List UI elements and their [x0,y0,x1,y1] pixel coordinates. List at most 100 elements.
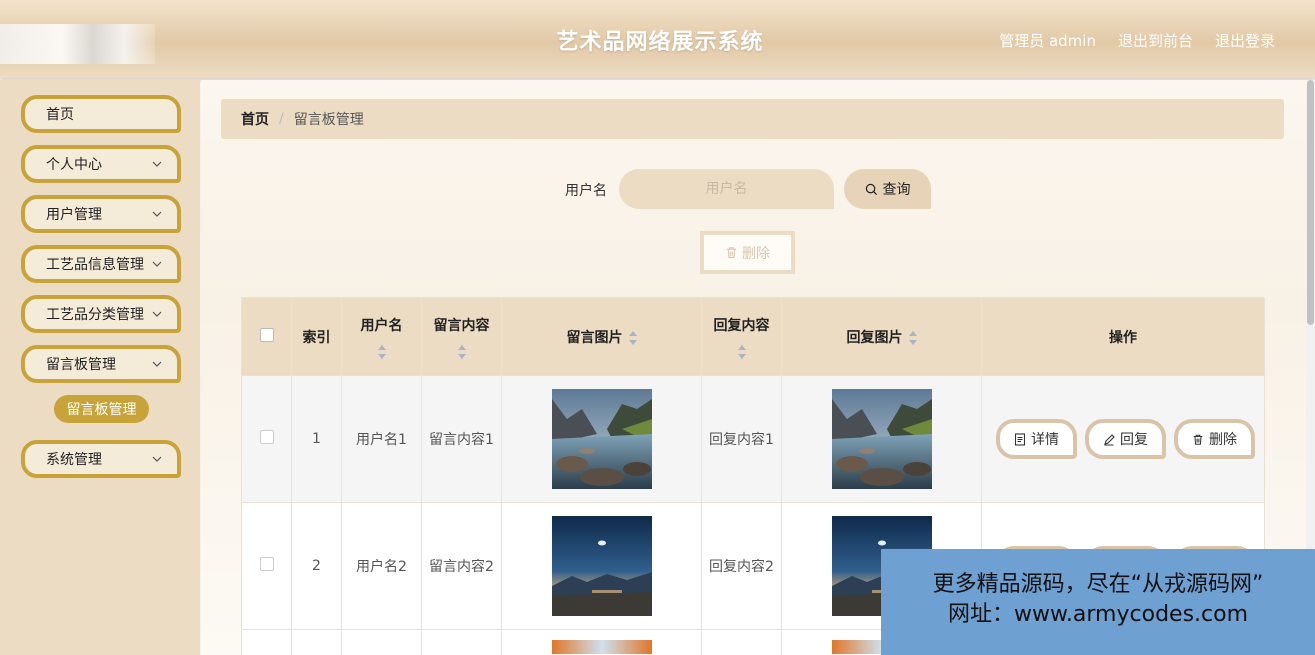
scrollbar-thumb[interactable] [1307,80,1314,325]
sidebar-item-craft-info[interactable]: 工艺品信息管理 [21,245,181,283]
actions-cell: 详情 回复 删除 [981,375,1265,503]
sort-icon[interactable] [628,330,637,345]
sidebar-item-craft-category[interactable]: 工艺品分类管理 [21,295,181,333]
sidebar-item-system[interactable]: 系统管理 [21,440,181,478]
chevron-down-icon [152,311,162,317]
username-cell: 用户名1 [341,375,422,503]
row-checkbox[interactable] [259,430,274,444]
sort-icon[interactable] [377,344,386,359]
logout-link[interactable]: 退出登录 [1215,30,1275,51]
row-select-cell [241,502,292,630]
sidebar: 首页 个人中心 用户管理 工艺品信息管理 工艺品分类管理 留言板管理 留言板管理… [0,80,200,655]
index-cell: 1 [291,375,342,503]
batch-delete-label: 删除 [742,245,770,262]
search-icon [865,183,877,195]
trash-icon [726,247,737,259]
sidebar-item-label: 工艺品分类管理 [46,307,144,323]
column-header-actions: 操作 [981,297,1265,376]
select-all-cell [241,297,292,376]
reply-label: 回复 [1120,432,1148,448]
sidebar-item-label: 首页 [46,107,74,123]
river-valley-image[interactable] [831,389,932,489]
reply-cell: 回复内容2 [701,502,782,630]
query-button[interactable]: 查询 [844,169,931,209]
column-header-message-image[interactable]: 留言图片 [501,297,702,376]
index-cell: 2 [291,502,342,630]
admin-user-label: 管理员 admin [999,32,1096,50]
column-label: 索引 [302,329,331,346]
sidebar-item-label: 用户管理 [46,207,102,223]
reply-button[interactable]: 回复 [1085,419,1166,459]
breadcrumb-current: 留言板管理 [293,112,364,128]
edit-icon [1104,433,1115,446]
breadcrumb-home[interactable]: 首页 [241,109,269,129]
username-cell: 用户名2 [341,502,422,630]
sidebar-item-message-board[interactable]: 留言板管理 [21,345,181,383]
column-header-reply-image[interactable]: 回复图片 [781,297,982,376]
select-all-checkbox[interactable] [259,327,274,342]
sidebar-subitem-message-board[interactable]: 留言板管理 [54,395,149,423]
sort-icon[interactable] [908,330,917,345]
column-header-username[interactable]: 用户名 [341,297,422,376]
column-header-index: 索引 [291,297,342,376]
table-row: 1 用户名1 留言内容1 回复内容1 详情 回复 删除 [241,375,1265,503]
row-checkbox[interactable] [259,557,274,571]
partial-image [551,640,652,654]
message-image-cell [501,375,702,503]
trash-icon [1193,434,1203,445]
sidebar-item-label: 系统管理 [46,452,102,468]
message-cell [421,629,502,655]
chevron-down-icon [152,211,162,217]
chevron-down-icon [152,161,162,167]
top-header: 艺术品网络展示系统 管理员 admin 退出到前台 退出登录 [0,0,1315,78]
table-header-row: 索引 用户名 留言内容 留言图片 回复内容 回复图片 操作 [241,297,1265,376]
row-delete-button[interactable]: 删除 [1174,419,1255,459]
breadcrumb: 首页 / 留言板管理 [221,99,1284,139]
column-label: 留言图片 [566,329,623,346]
search-label: 用户名 [565,183,607,199]
chevron-up-icon [152,361,162,367]
watermark-line-2: 网址：www.armycodes.com [947,602,1249,627]
river-valley-photo [551,389,652,489]
document-icon [1014,432,1026,446]
message-cell: 留言内容1 [421,375,502,503]
row-select-cell [241,375,292,503]
watermark-line-1: 更多精品源码，尽在“从戎源码网” [932,572,1264,597]
sidebar-item-personal-center[interactable]: 个人中心 [21,145,181,183]
chevron-down-icon [152,261,162,267]
reply-image-cell [781,375,982,503]
header-actions: 管理员 admin 退出到前台 退出登录 [999,30,1275,51]
username-search-input[interactable] [619,169,834,209]
row-delete-label: 删除 [1209,432,1237,448]
river-valley-image[interactable] [551,389,652,489]
column-header-message[interactable]: 留言内容 [421,297,502,376]
chevron-down-icon [152,456,162,462]
sidebar-item-label: 工艺品信息管理 [46,257,144,273]
exit-to-front-link[interactable]: 退出到前台 [1118,30,1193,51]
night-mountain-image[interactable] [551,516,652,616]
sidebar-item-user-management[interactable]: 用户管理 [21,195,181,233]
message-cell: 留言内容2 [421,502,502,630]
night-mountain-photo [551,516,652,616]
row-select-cell [241,629,292,655]
column-label: 操作 [1109,329,1137,346]
detail-label: 详情 [1031,432,1059,448]
message-image-cell [501,629,702,655]
sidebar-item-home[interactable]: 首页 [21,95,181,133]
breadcrumb-separator: / [279,111,284,127]
sidebar-item-label: 个人中心 [46,157,102,173]
column-label: 留言内容 [433,317,490,334]
batch-delete-button[interactable]: 删除 [700,231,795,274]
message-image-cell [501,502,702,630]
query-label: 查询 [882,182,911,198]
column-label: 用户名 [360,317,403,334]
column-header-reply[interactable]: 回复内容 [701,297,782,376]
column-label: 回复图片 [846,329,903,346]
detail-button[interactable]: 详情 [996,419,1077,459]
column-label: 回复内容 [713,317,770,334]
sort-icon[interactable] [457,344,466,359]
watermark-banner: 更多精品源码，尽在“从戎源码网” 网址：www.armycodes.com [881,549,1315,655]
row-actions: 详情 回复 删除 [982,419,1264,459]
reply-cell [701,629,782,655]
sort-icon[interactable] [737,344,746,359]
